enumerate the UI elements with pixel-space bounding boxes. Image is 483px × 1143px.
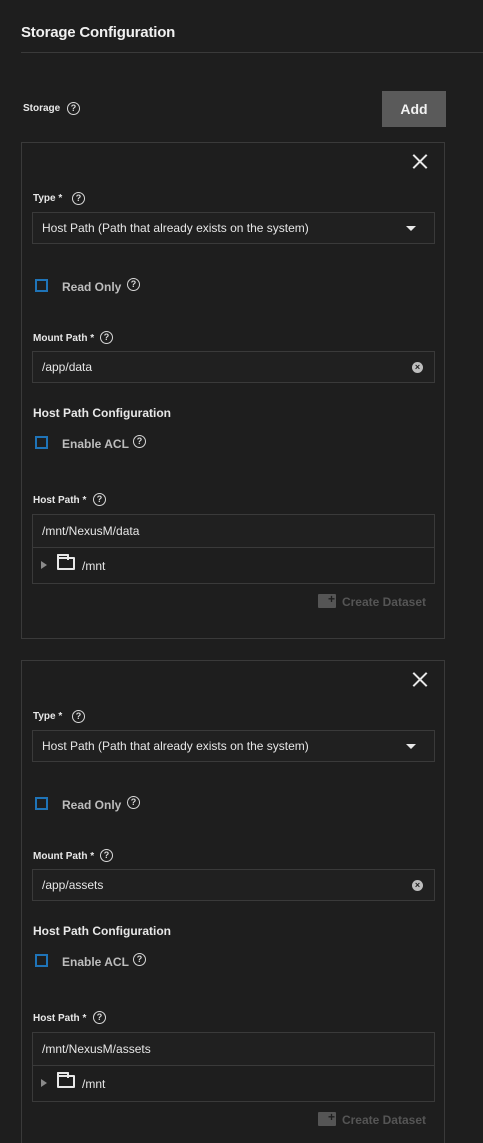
host-path-value: /mnt/NexusM/assets (42, 1042, 151, 1056)
read-only-checkbox[interactable] (35, 279, 48, 292)
type-help-icon[interactable]: ? (72, 192, 85, 205)
folder-plus-icon (317, 1110, 336, 1126)
mount-path-help-icon[interactable]: ? (100, 849, 113, 862)
read-only-help-icon[interactable]: ? (127, 796, 140, 809)
mount-path-value: /app/data (42, 360, 93, 374)
mount-path-label: Mount Path * (33, 333, 95, 344)
read-only-help-icon[interactable]: ? (127, 278, 140, 291)
host-path-help-icon[interactable]: ? (93, 1011, 106, 1024)
read-only-label: Read Only (62, 280, 122, 294)
host-path-label: Host Path * (33, 495, 87, 506)
directory-tree[interactable]: /mnt (32, 548, 435, 584)
chevron-down-icon (406, 744, 416, 749)
enable-acl-checkbox[interactable] (35, 954, 48, 967)
storage-help-icon[interactable]: ? (67, 102, 80, 115)
clear-icon[interactable]: × (412, 362, 423, 373)
mount-path-input[interactable]: /app/assets × (32, 869, 435, 901)
add-storage-button[interactable]: Add (382, 91, 446, 127)
expand-arrow-icon[interactable] (41, 1079, 47, 1087)
tree-root-label[interactable]: /mnt (82, 548, 105, 584)
enable-acl-checkbox[interactable] (35, 436, 48, 449)
host-path-config-title: Host Path Configuration (33, 406, 171, 420)
type-select[interactable]: Host Path (Path that already exists on t… (32, 730, 435, 762)
enable-acl-help-icon[interactable]: ? (133, 953, 146, 966)
chevron-down-icon (406, 226, 416, 231)
read-only-checkbox[interactable] (35, 797, 48, 810)
read-only-label: Read Only (62, 798, 122, 812)
mount-path-input[interactable]: /app/data × (32, 351, 435, 383)
enable-acl-label: Enable ACL (62, 437, 129, 451)
tree-root-label[interactable]: /mnt (82, 1066, 105, 1102)
create-dataset-label: Create Dataset (341, 1113, 426, 1127)
clear-icon[interactable]: × (412, 880, 423, 891)
close-icon[interactable] (412, 671, 428, 687)
mount-path-value: /app/assets (42, 878, 104, 892)
enable-acl-help-icon[interactable]: ? (133, 435, 146, 448)
section-divider (21, 52, 483, 53)
host-path-value: /mnt/NexusM/data (42, 524, 140, 538)
close-icon[interactable] (412, 153, 428, 169)
type-label: Type * (33, 193, 63, 204)
type-label: Type * (33, 711, 63, 722)
directory-tree[interactable]: /mnt (32, 1066, 435, 1102)
type-select-value: Host Path (Path that already exists on t… (42, 739, 309, 753)
create-dataset-button[interactable]: Create Dataset (317, 592, 426, 609)
expand-arrow-icon[interactable] (41, 561, 47, 569)
create-dataset-button[interactable]: Create Dataset (317, 1110, 426, 1127)
storage-card-2: Type * ? Host Path (Path that already ex… (21, 660, 445, 1143)
folder-icon (57, 1072, 75, 1088)
folder-icon (57, 554, 75, 570)
enable-acl-label: Enable ACL (62, 955, 129, 969)
section-title: Storage Configuration (21, 24, 176, 41)
storage-label: Storage (23, 103, 61, 114)
mount-path-help-icon[interactable]: ? (100, 331, 113, 344)
type-help-icon[interactable]: ? (72, 710, 85, 723)
host-path-input[interactable]: /mnt/NexusM/assets (32, 1032, 435, 1066)
host-path-config-title: Host Path Configuration (33, 924, 171, 938)
type-select[interactable]: Host Path (Path that already exists on t… (32, 212, 435, 244)
create-dataset-label: Create Dataset (341, 595, 426, 609)
mount-path-label: Mount Path * (33, 851, 95, 862)
storage-card-1: Type * ? Host Path (Path that already ex… (21, 142, 445, 639)
type-select-value: Host Path (Path that already exists on t… (42, 221, 309, 235)
host-path-help-icon[interactable]: ? (93, 493, 106, 506)
host-path-label: Host Path * (33, 1013, 87, 1024)
host-path-input[interactable]: /mnt/NexusM/data (32, 514, 435, 548)
folder-plus-icon (317, 592, 336, 608)
